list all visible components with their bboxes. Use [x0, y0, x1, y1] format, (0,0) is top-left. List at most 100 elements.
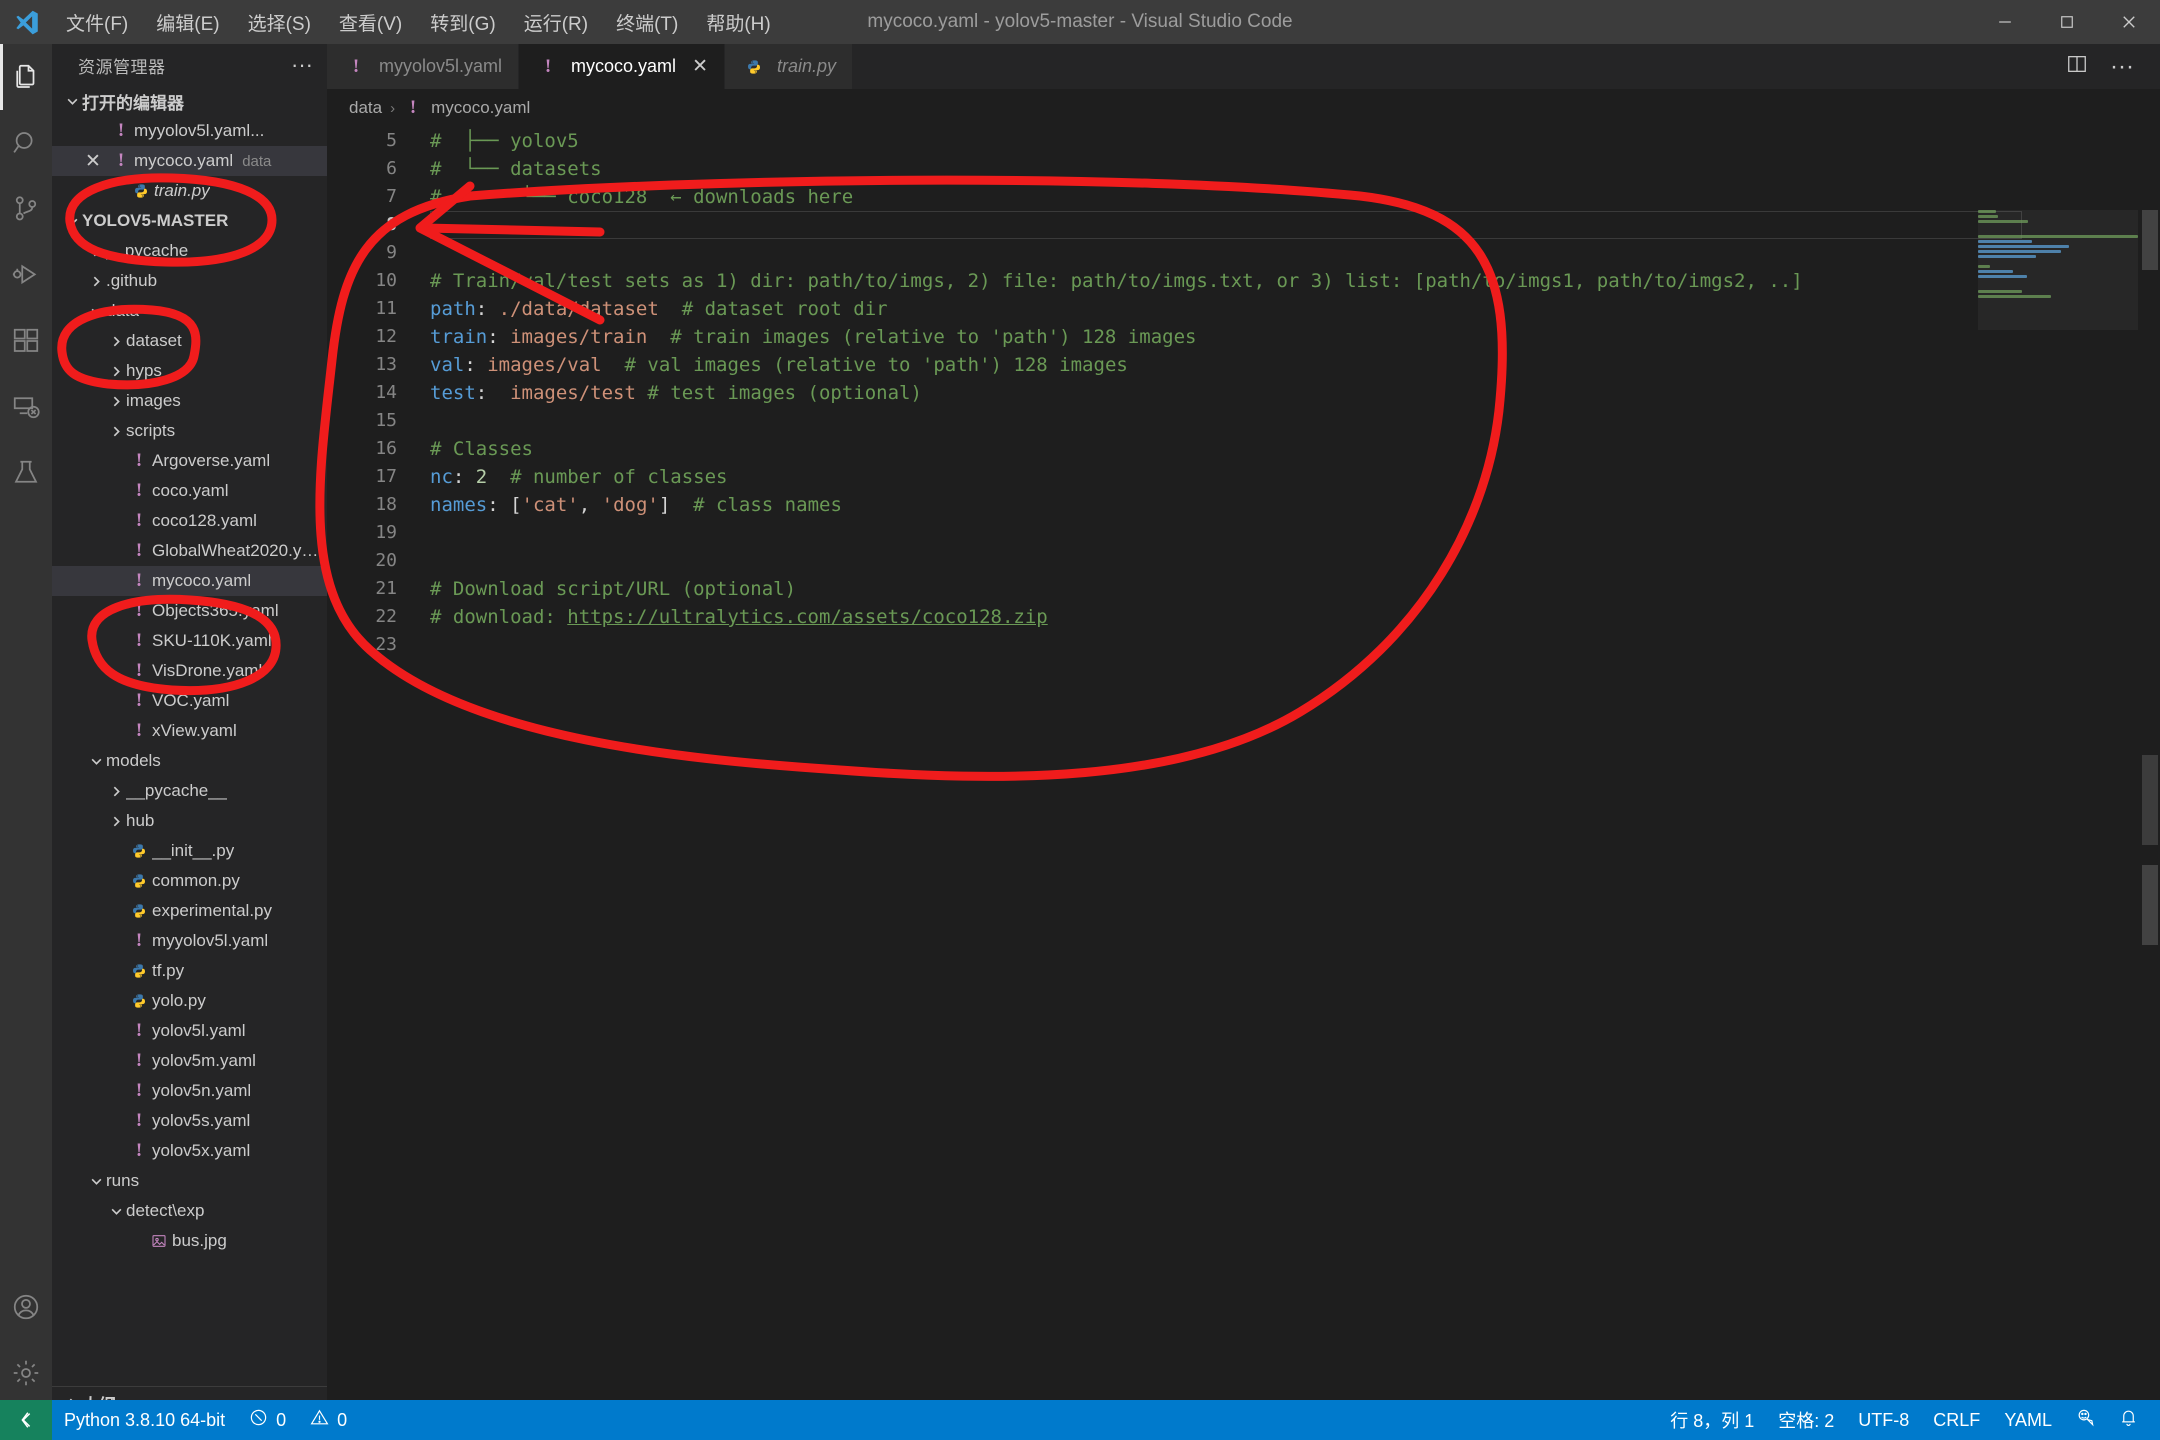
source-control-icon[interactable]	[0, 176, 52, 242]
tree-item-dataset[interactable]: dataset	[52, 326, 327, 356]
settings-gear-icon[interactable]	[0, 1340, 52, 1406]
code-line[interactable]: 22 # download: https://ultralytics.com/as…	[327, 603, 2160, 631]
remote-host-icon[interactable]	[0, 1400, 52, 1440]
tree-item-hub[interactable]: hub	[52, 806, 327, 836]
menu-edit[interactable]: 编辑(E)	[142, 0, 233, 44]
code-line[interactable]: 5 # ├── yolov5	[327, 127, 2160, 155]
account-icon[interactable]	[0, 1274, 52, 1340]
open-editor-mycoco[interactable]: ✕ ! mycoco.yaml data	[52, 146, 327, 176]
cursor-position[interactable]: 行 8，列 1	[1658, 1400, 1766, 1440]
breadcrumb-folder[interactable]: data	[349, 98, 382, 118]
tree-item-myyolov5l-yaml[interactable]: ! myyolov5l.yaml	[52, 926, 327, 956]
workspace-root-section[interactable]: YOLOV5-MASTER	[52, 206, 327, 236]
tree-item-tf-py[interactable]: tf.py	[52, 956, 327, 986]
run-and-debug-icon[interactable]	[0, 242, 52, 308]
encoding[interactable]: UTF-8	[1846, 1400, 1921, 1440]
menu-go[interactable]: 转到(G)	[416, 0, 509, 44]
code-token[interactable]: https://ultralytics.com/assets/coco128.z…	[567, 606, 1047, 628]
code-editor[interactable]: 5 # ├── yolov5 6 # └── datasets 7 # └── coco1…	[327, 127, 2160, 1420]
editor-scrollbar[interactable]	[2140, 210, 2160, 1420]
code-line[interactable]: 20	[327, 547, 2160, 575]
tree-item-yolo-py[interactable]: yolo.py	[52, 986, 327, 1016]
menu-help[interactable]: 帮助(H)	[692, 0, 784, 44]
tree-item--pycache-[interactable]: __pycache__	[52, 236, 327, 266]
remote-explorer-icon[interactable]	[0, 374, 52, 440]
code-line[interactable]: 9	[327, 239, 2160, 267]
tree-item-yolov5n-yaml[interactable]: ! yolov5n.yaml	[52, 1076, 327, 1106]
tree-item-scripts[interactable]: scripts	[52, 416, 327, 446]
tree-item-coco128-yaml[interactable]: ! coco128.yaml	[52, 506, 327, 536]
tree-item-bus-jpg[interactable]: bus.jpg	[52, 1226, 327, 1256]
code-line[interactable]: 12 train: images/train # train images (re…	[327, 323, 2160, 351]
code-line[interactable]: 15	[327, 407, 2160, 435]
menu-run[interactable]: 运行(R)	[510, 0, 602, 44]
tree-item-images[interactable]: images	[52, 386, 327, 416]
code-line[interactable]: 8	[327, 211, 2160, 239]
language-mode[interactable]: YAML	[1992, 1400, 2064, 1440]
tree-item-experimental-py[interactable]: experimental.py	[52, 896, 327, 926]
files-explorer-icon[interactable]	[0, 44, 52, 110]
notifications[interactable]	[2107, 1400, 2150, 1440]
tree-item--github[interactable]: .github	[52, 266, 327, 296]
minimap-slider[interactable]	[1978, 210, 2138, 330]
tree-item-coco-yaml[interactable]: ! coco.yaml	[52, 476, 327, 506]
python-interpreter[interactable]: Python 3.8.10 64-bit	[52, 1400, 237, 1440]
minimap[interactable]	[1978, 210, 2138, 1420]
tree-item-runs[interactable]: runs	[52, 1166, 327, 1196]
eol[interactable]: CRLF	[1921, 1400, 1992, 1440]
code-line[interactable]: 6 # └── datasets	[327, 155, 2160, 183]
tree-item-voc-yaml[interactable]: ! VOC.yaml	[52, 686, 327, 716]
minimize-button[interactable]	[1974, 0, 2036, 44]
tree-item-xview-yaml[interactable]: ! xView.yaml	[52, 716, 327, 746]
code-line[interactable]: 16 # Classes	[327, 435, 2160, 463]
more-actions-icon[interactable]: ···	[2110, 54, 2134, 78]
menu-file[interactable]: 文件(F)	[52, 0, 142, 44]
code-line[interactable]: 18 names: ['cat', 'dog'] # class names	[327, 491, 2160, 519]
tree-item-visdrone-yaml[interactable]: ! VisDrone.yaml	[52, 656, 327, 686]
tree-item-mycoco-yaml[interactable]: ! mycoco.yaml	[52, 566, 327, 596]
open-editor-train-py[interactable]: train.py	[52, 176, 327, 206]
code-line[interactable]: 19	[327, 519, 2160, 547]
tree-item-hyps[interactable]: hyps	[52, 356, 327, 386]
tree-item-sku-110k-yaml[interactable]: ! SKU-110K.yaml	[52, 626, 327, 656]
testing-beaker-icon[interactable]	[0, 440, 52, 506]
code-line[interactable]: 17 nc: 2 # number of classes	[327, 463, 2160, 491]
code-line[interactable]: 10 # Train/val/test sets as 1) dir: path/…	[327, 267, 2160, 295]
indentation[interactable]: 空格: 2	[1766, 1400, 1846, 1440]
tree-item-models[interactable]: models	[52, 746, 327, 776]
errors-count[interactable]: 0 0	[237, 1400, 359, 1440]
tree-item-objects365-yaml[interactable]: ! Objects365.yaml	[52, 596, 327, 626]
close-button[interactable]	[2098, 0, 2160, 44]
tab-mycoco-yaml[interactable]: ! mycoco.yaml ✕	[519, 44, 725, 89]
tree-item-common-py[interactable]: common.py	[52, 866, 327, 896]
tree-item-data[interactable]: data	[52, 296, 327, 326]
code-line[interactable]: 11 path: ./data/dataset # dataset root di…	[327, 295, 2160, 323]
tree-item-globalwheat2020-ya-[interactable]: ! GlobalWheat2020.ya...	[52, 536, 327, 566]
tree-item-yolov5m-yaml[interactable]: ! yolov5m.yaml	[52, 1046, 327, 1076]
tree-item-detect-exp[interactable]: detect\exp	[52, 1196, 327, 1226]
split-editor-icon[interactable]	[2066, 53, 2088, 80]
explorer-more-actions-icon[interactable]: ···	[291, 54, 313, 76]
code-line[interactable]: 7 # └── coco128 ← downloads here	[327, 183, 2160, 211]
tree-item--pycache-[interactable]: __pycache__	[52, 776, 327, 806]
tab-myyolov5l-yaml[interactable]: ! myyolov5l.yaml	[327, 44, 520, 89]
maximize-button[interactable]	[2036, 0, 2098, 44]
search-icon[interactable]	[0, 110, 52, 176]
close-icon[interactable]: ✕	[78, 150, 108, 173]
tab-close-icon[interactable]: ✕	[692, 55, 708, 78]
open-editor-myyolov5l[interactable]: ! myyolov5l.yaml...	[52, 116, 327, 146]
menu-selection[interactable]: 选择(S)	[234, 0, 325, 44]
code-line[interactable]: 21 # Download script/URL (optional)	[327, 575, 2160, 603]
tree-item-yolov5l-yaml[interactable]: ! yolov5l.yaml	[52, 1016, 327, 1046]
extensions-icon[interactable]	[0, 308, 52, 374]
menu-terminal[interactable]: 终端(T)	[602, 0, 692, 44]
breadcrumb-file[interactable]: mycoco.yaml	[431, 98, 530, 118]
code-line[interactable]: 14 test: images/test # test images (optio…	[327, 379, 2160, 407]
tree-item-argoverse-yaml[interactable]: ! Argoverse.yaml	[52, 446, 327, 476]
open-editors-section[interactable]: 打开的编辑器	[52, 86, 327, 116]
menu-view[interactable]: 查看(V)	[325, 0, 416, 44]
tab-train-py[interactable]: train.py	[724, 44, 854, 89]
code-line[interactable]: 13 val: images/val # val images (relative…	[327, 351, 2160, 379]
tree-item-yolov5x-yaml[interactable]: ! yolov5x.yaml	[52, 1136, 327, 1166]
feedback[interactable]	[2064, 1400, 2107, 1440]
